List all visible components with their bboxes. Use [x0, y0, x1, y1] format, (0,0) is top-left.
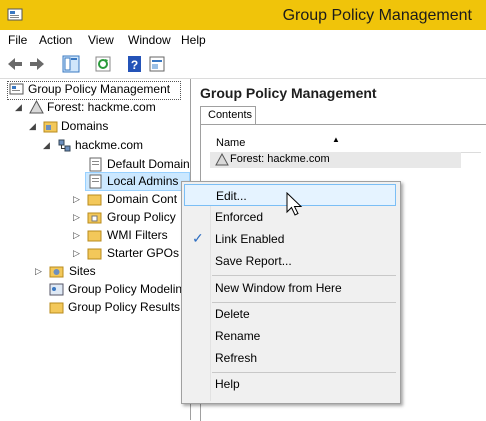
forest-icon [29, 100, 44, 114]
show-hide-tree-icon[interactable] [62, 55, 80, 73]
gpo-folder-icon [87, 212, 102, 224]
domains-folder-icon [43, 121, 58, 133]
menu-separator [212, 275, 396, 276]
expand-triangle-icon[interactable]: ▷ [73, 227, 80, 244]
menu-item-refresh[interactable]: Refresh [184, 347, 396, 369]
collapse-triangle-icon[interactable]: ◢ [43, 137, 50, 154]
tab-contents-label: Contents [208, 109, 253, 121]
menu-item-link-enabled-label: Link Enabled [215, 232, 285, 246]
tree-node-domain-controllers[interactable]: ▷ Domain Cont [73, 191, 189, 208]
results-icon [49, 302, 64, 314]
menu-item-new-window-label: New Window from Here [215, 281, 342, 295]
refresh-icon[interactable] [94, 55, 112, 73]
menu-item-delete-label: Delete [215, 307, 250, 321]
mouse-cursor-icon [286, 192, 303, 216]
collapse-triangle-icon[interactable]: ◢ [15, 99, 22, 116]
svg-text:?: ? [131, 58, 138, 72]
menu-item-save-report[interactable]: Save Report... [184, 250, 396, 272]
menu-item-help-label: Help [215, 377, 240, 391]
tree-node-group-policy-objects[interactable]: ▷ Group Policy [73, 209, 189, 226]
gpo-link-icon [89, 157, 102, 172]
tab-contents[interactable]: Contents [200, 106, 256, 125]
column-header-name[interactable]: Name [210, 134, 481, 153]
tree-label-sites: Sites [69, 264, 96, 278]
tree-label-forest: Forest: hackme.com [47, 100, 156, 114]
menu-item-rename-label: Rename [215, 329, 261, 343]
tree-node-forest[interactable]: ◢ Forest: hackme.com [15, 99, 185, 116]
tree-label-local-admins: Local Admins [107, 174, 179, 188]
tree-node-starter-gpos[interactable]: ▷ Starter GPOs [73, 245, 189, 262]
menu-item-rename[interactable]: Rename [184, 325, 396, 347]
sites-folder-icon [49, 266, 64, 278]
modeling-icon [49, 283, 64, 296]
menu-help[interactable]: Help [181, 33, 206, 47]
menu-item-enforced-label: Enforced [215, 210, 264, 224]
menu-item-new-window[interactable]: New Window from Here [184, 277, 396, 299]
console-tree: Group Policy Management ◢ Forest: hackme… [3, 79, 191, 420]
list-item[interactable]: Forest: hackme.com [210, 152, 461, 168]
window-title: Group Policy Management [282, 7, 472, 24]
tree-node-modeling[interactable]: Group Policy Modeling [49, 281, 189, 298]
tree-label-domain: hackme.com [75, 138, 144, 152]
folder-icon [87, 230, 102, 242]
menu-file[interactable]: File [8, 33, 27, 47]
details-title: Group Policy Management [200, 85, 377, 101]
ou-folder-icon [87, 194, 102, 206]
help-icon[interactable]: ? [126, 55, 144, 73]
column-header-label: Name [216, 137, 246, 149]
expand-triangle-icon[interactable]: ▷ [73, 191, 80, 208]
back-arrow-icon[interactable] [6, 55, 24, 73]
tree-label-starter-gpos: Starter GPOs [107, 246, 180, 260]
toolbar: ? [0, 51, 486, 79]
tree-node-default-domain[interactable]: Default Domain [85, 156, 190, 173]
expand-triangle-icon[interactable]: ▷ [35, 263, 42, 280]
tree-node-wmi-filters[interactable]: ▷ WMI Filters [73, 227, 189, 244]
menu-item-delete[interactable]: Delete [184, 303, 396, 325]
tree-label-root: Group Policy Management [28, 82, 171, 96]
gpm-console-icon [9, 83, 24, 95]
menu-item-save-report-label: Save Report... [215, 254, 292, 268]
title-bar: Group Policy Management [0, 0, 486, 30]
tree-label-domains: Domains [61, 119, 109, 133]
tree-node-results[interactable]: Group Policy Results [49, 299, 189, 316]
list-item-label: Forest: hackme.com [230, 153, 330, 165]
tree-label-domain-controllers: Domain Cont [107, 192, 178, 206]
properties-icon[interactable] [148, 55, 166, 73]
menu-action[interactable]: Action [39, 33, 72, 47]
expand-triangle-icon[interactable]: ▷ [73, 245, 80, 262]
expand-triangle-icon[interactable]: ▷ [73, 209, 80, 226]
tree-node-domain[interactable]: ◢ hackme.com [43, 137, 183, 154]
forward-arrow-icon[interactable] [28, 55, 46, 73]
menu-item-link-enabled[interactable]: ✓ Link Enabled [184, 228, 396, 250]
domain-icon [58, 139, 71, 152]
forest-icon [215, 153, 229, 166]
tree-node-local-admins[interactable]: Local Admins [85, 173, 190, 190]
tree-node-sites[interactable]: ▷ Sites [35, 263, 185, 280]
sort-ascending-icon: ▲ [332, 135, 340, 144]
menu-item-refresh-label: Refresh [215, 351, 258, 365]
collapse-triangle-icon[interactable]: ◢ [29, 118, 36, 135]
menu-view[interactable]: View [88, 33, 114, 47]
menu-item-help[interactable]: Help [184, 373, 396, 395]
folder-icon [87, 248, 102, 260]
checkmark-icon: ✓ [192, 230, 204, 246]
tree-node-domains[interactable]: ◢ Domains [29, 118, 179, 135]
tree-label-wmi-filters: WMI Filters [107, 228, 168, 242]
gpo-link-icon [89, 174, 102, 189]
tree-label-modeling: Group Policy Modeling [68, 282, 189, 296]
tree-label-results: Group Policy Results [68, 300, 181, 314]
tree-label-default-domain: Default Domain [107, 157, 190, 171]
tree-node-root[interactable]: Group Policy Management [9, 81, 181, 98]
menu-window[interactable]: Window [128, 33, 171, 47]
menu-bar: File Action View Window Help [0, 30, 486, 51]
tree-label-group-policy-objects: Group Policy [107, 210, 176, 224]
menu-item-edit-label: Edit... [216, 189, 247, 203]
